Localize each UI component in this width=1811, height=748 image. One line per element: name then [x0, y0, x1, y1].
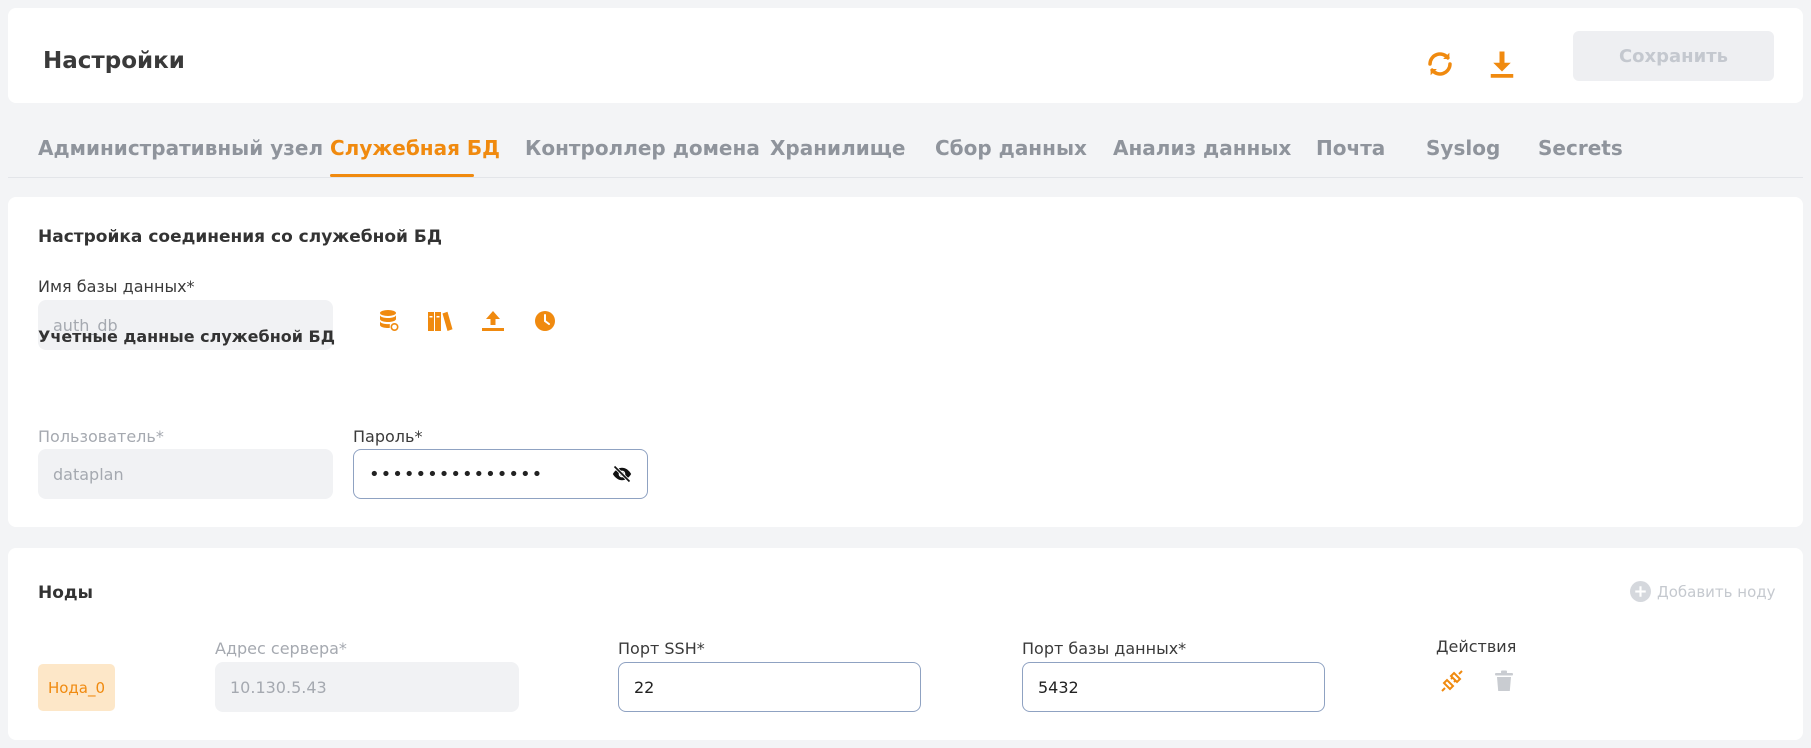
tab-domain-controller[interactable]: Контроллер домена	[525, 136, 760, 160]
tab-secrets[interactable]: Secrets	[1538, 136, 1623, 160]
server-address-label: Адрес сервера*	[215, 639, 347, 658]
password-field[interactable]: •••••••••••••••	[353, 449, 648, 499]
credentials-section-title: Учетные данные служебной БД	[38, 327, 335, 346]
tab-data-analysis[interactable]: Анализ данных	[1113, 136, 1291, 160]
ssh-port-label: Порт SSH*	[618, 639, 705, 658]
actions-label: Действия	[1436, 637, 1517, 656]
eye-off-icon[interactable]	[612, 465, 632, 483]
password-value: •••••••••••••••	[369, 463, 544, 485]
nodes-section-title: Ноды	[38, 583, 94, 603]
active-tab-indicator	[330, 174, 474, 177]
save-button[interactable]: Сохранить	[1573, 31, 1774, 81]
tab-mail[interactable]: Почта	[1316, 136, 1385, 160]
user-field: dataplan	[38, 449, 333, 499]
clock-icon[interactable]	[531, 307, 559, 335]
tab-data-collection[interactable]: Сбор данных	[935, 136, 1087, 160]
tab-storage[interactable]: Хранилище	[770, 136, 905, 160]
plus-circle-icon	[1630, 581, 1651, 602]
add-node-label: Добавить ноду	[1657, 582, 1776, 601]
user-label: Пользователь*	[38, 427, 164, 446]
connection-settings-card: Настройка соединения со служебной БД Имя…	[8, 197, 1803, 527]
page-title: Настройки	[43, 48, 185, 74]
tab-bar: Административный узел Служебная БД Контр…	[8, 112, 1803, 178]
tab-admin-node[interactable]: Административный узел	[38, 136, 323, 160]
password-label: Пароль*	[353, 427, 423, 446]
upload-icon[interactable]	[479, 307, 507, 335]
db-port-label: Порт базы данных*	[1022, 639, 1187, 658]
nodes-card: Ноды Добавить ноду Нода_0 Адрес сервера*…	[8, 548, 1803, 740]
db-name-label: Имя базы данных*	[38, 277, 195, 296]
server-address-field: 10.130.5.43	[215, 662, 519, 712]
node-name-badge: Нода_0	[38, 664, 115, 711]
download-icon[interactable]	[1486, 48, 1518, 80]
refresh-icon[interactable]	[1424, 48, 1456, 80]
books-icon[interactable]	[426, 307, 454, 335]
add-node-button[interactable]: Добавить ноду	[1630, 581, 1776, 602]
ssh-port-field[interactable]: 22	[618, 662, 921, 712]
trash-icon[interactable]	[1489, 666, 1519, 696]
connect-plug-icon[interactable]	[1437, 666, 1467, 696]
tab-service-db[interactable]: Служебная БД	[330, 136, 500, 160]
connection-section-title: Настройка соединения со служебной БД	[38, 227, 442, 247]
tab-syslog[interactable]: Syslog	[1426, 136, 1500, 160]
header-bar: Настройки Сохранить	[8, 8, 1803, 103]
db-port-field[interactable]: 5432	[1022, 662, 1325, 712]
database-icon[interactable]	[375, 307, 403, 335]
